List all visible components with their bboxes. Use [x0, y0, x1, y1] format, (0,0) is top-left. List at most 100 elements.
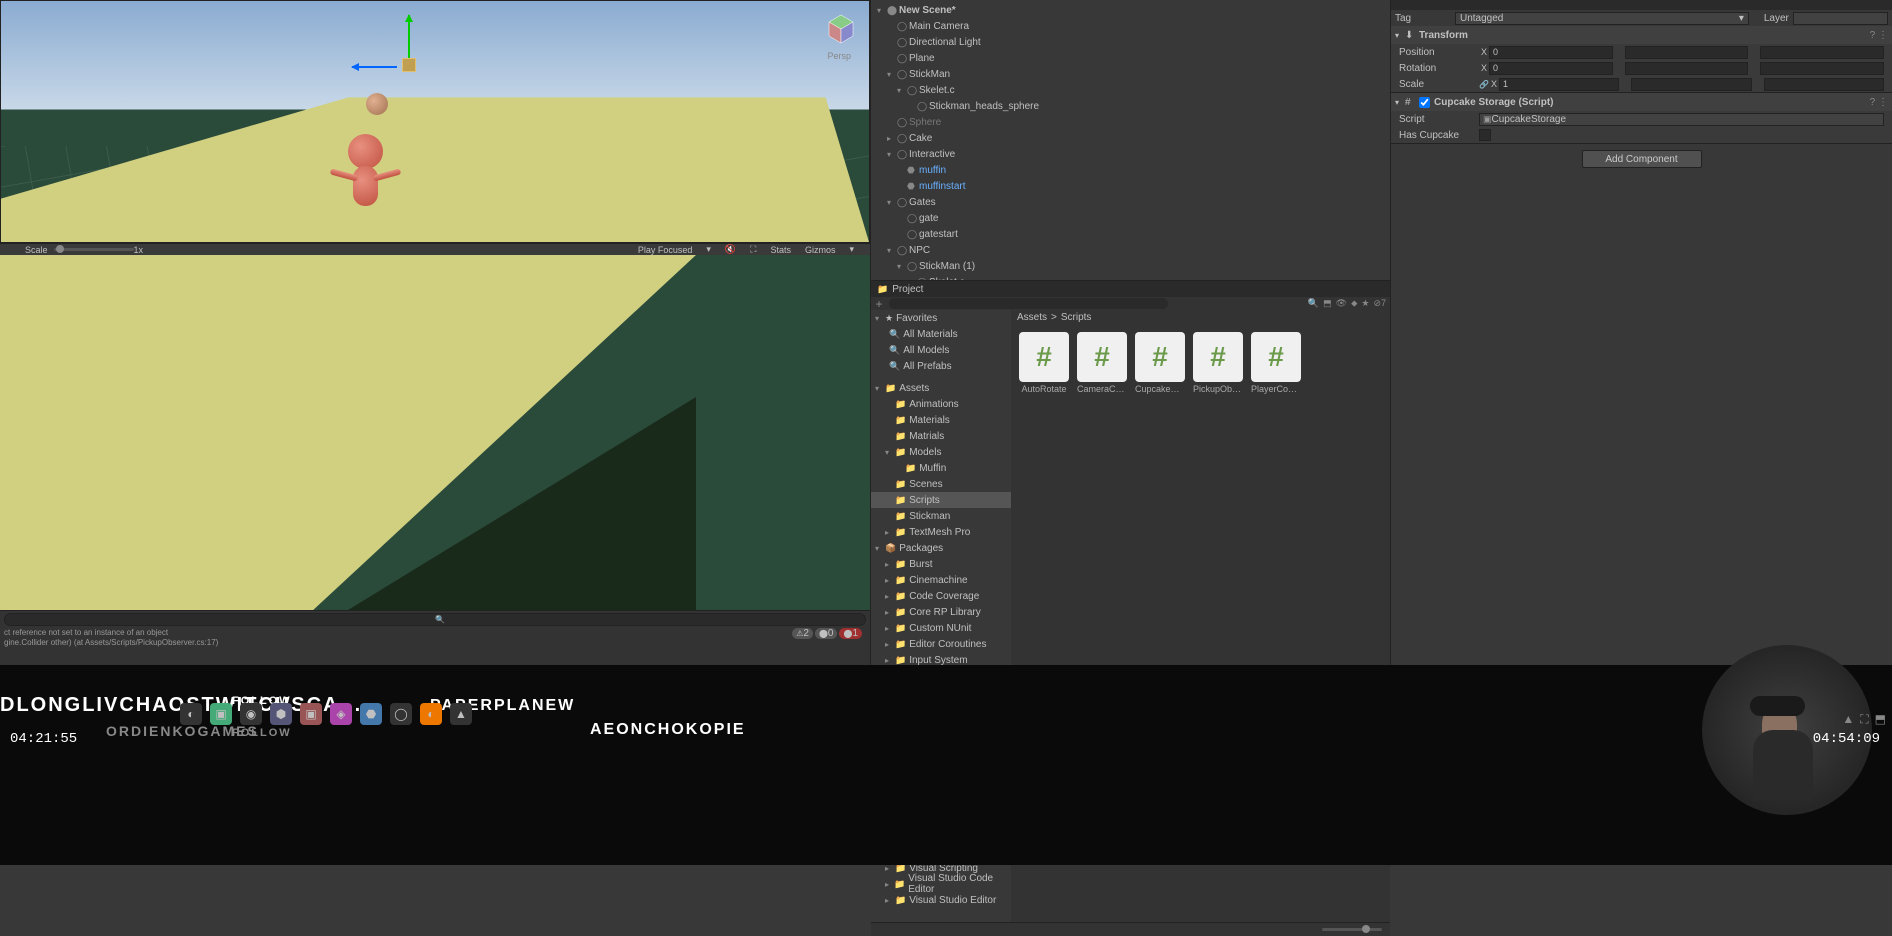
asset-folder[interactable]: 📁Scenes	[871, 476, 1011, 492]
package-folder[interactable]: ▸📁TextMeshPro	[871, 780, 1011, 796]
asset-folder[interactable]: ▾📁Models	[871, 444, 1011, 460]
mute-icon[interactable]: 🔇	[725, 244, 736, 255]
tray-icon[interactable]: ⛶	[1860, 712, 1868, 727]
script-file[interactable]: #CameraCo...	[1077, 332, 1127, 394]
asset-folder[interactable]: 📁Scripts	[871, 492, 1011, 508]
zoom-slider[interactable]	[1322, 928, 1382, 931]
favorites[interactable]: ▾★Favorites	[871, 310, 1011, 326]
app-icon[interactable]: ⬣	[360, 703, 382, 725]
maximize-icon[interactable]: ⛶	[750, 244, 756, 255]
app-icon[interactable]: ◐	[420, 703, 442, 725]
scene-root[interactable]: ▾⬤ New Scene*	[871, 2, 1390, 18]
hierarchy-item[interactable]: ▾◯Skelet.c	[871, 82, 1390, 98]
package-folder[interactable]: ▸📁Timeline	[871, 796, 1011, 812]
package-folder[interactable]: ▸📁Unity UI	[871, 812, 1011, 828]
scale-slider[interactable]	[54, 248, 134, 251]
package-folder[interactable]: ▸📁Profile Analyzer	[871, 700, 1011, 716]
view-gizmo[interactable]	[823, 11, 859, 47]
packages-folder[interactable]: ▾📦Packages	[871, 540, 1011, 556]
rot-y[interactable]	[1625, 62, 1749, 75]
package-folder[interactable]: ▸📁Code Coverage	[871, 588, 1011, 604]
asset-folder[interactable]: 📁Animations	[871, 396, 1011, 412]
hierarchy-item[interactable]: ▸◯Cake	[871, 130, 1390, 146]
script-file[interactable]: #AutoRotate	[1019, 332, 1069, 394]
asset-folder[interactable]: 📁Materials	[871, 412, 1011, 428]
package-folder[interactable]: ▸📁Visual Scripting	[871, 860, 1011, 876]
hierarchy-item[interactable]: ◯Sphere	[871, 114, 1390, 130]
package-folder[interactable]: ▸📁Cinemachine	[871, 572, 1011, 588]
fav-item[interactable]: 🔍All Materials	[871, 326, 1011, 342]
game-view[interactable]	[0, 255, 870, 610]
asset-folder[interactable]: 📁Stickman	[871, 508, 1011, 524]
eye-icon[interactable]: 👁	[1336, 298, 1347, 309]
package-folder[interactable]: ▸📁Editor Coroutines	[871, 636, 1011, 652]
package-folder[interactable]: ▸📁Test Framework	[871, 764, 1011, 780]
hierarchy-item[interactable]: ▾◯Interactive	[871, 146, 1390, 162]
package-folder[interactable]: ▸📁Visual Studio Code Editor	[871, 876, 1011, 892]
package-folder[interactable]: ▸📁Custom NUnit	[871, 620, 1011, 636]
asset-folder[interactable]: ▸📁TextMesh Pro	[871, 524, 1011, 540]
fav-item[interactable]: 🔍All Models	[871, 342, 1011, 358]
console-line[interactable]: gine.Collider other) (at Assets/Scripts/…	[4, 638, 866, 648]
app-icon[interactable]: ◐	[180, 703, 202, 725]
info-badge[interactable]: ⬤0	[815, 628, 838, 639]
console-line[interactable]: ct reference not set to an instance of a…	[4, 628, 866, 638]
fav-item[interactable]: 🔍All Prefabs	[871, 358, 1011, 374]
play-focused-dropdown[interactable]: Play Focused	[638, 245, 693, 255]
hascupcake-checkbox[interactable]	[1479, 129, 1491, 141]
link-icon[interactable]: 🔗	[1479, 80, 1489, 89]
package-folder[interactable]: ▸📁Settings Manager	[871, 732, 1011, 748]
hierarchy-item[interactable]: ◯gate	[871, 210, 1390, 226]
project-search[interactable]	[889, 298, 1168, 309]
add-component-button[interactable]: Add Component	[1582, 150, 1702, 168]
script-header[interactable]: ▾# Cupcake Storage (Script) ? ⋮	[1391, 93, 1892, 111]
stats-button[interactable]: Stats	[770, 245, 791, 255]
pos-x[interactable]: 0	[1489, 46, 1613, 59]
warning-badge[interactable]: ⚠2	[792, 628, 813, 639]
script-file[interactable]: #CupcakeSt...	[1135, 332, 1185, 394]
hierarchy-item[interactable]: ▾◯Gates	[871, 194, 1390, 210]
package-folder[interactable]: ▸📁Searcher	[871, 716, 1011, 732]
scl-x[interactable]: 1	[1499, 78, 1619, 91]
star-icon[interactable]: ★	[1361, 298, 1369, 309]
scl-z[interactable]	[1764, 78, 1884, 91]
hierarchy-item[interactable]: ◯Plane	[871, 50, 1390, 66]
gizmos-button[interactable]: Gizmos	[805, 245, 836, 255]
rot-x[interactable]: 0	[1489, 62, 1613, 75]
search-icon[interactable]: 🔍	[1308, 298, 1319, 309]
assets-folder[interactable]: ▾📁Assets	[871, 380, 1011, 396]
package-folder[interactable]: ▸📁JetBrains Rider Editor	[871, 668, 1011, 684]
asset-folder[interactable]: 📁Matrials	[871, 428, 1011, 444]
pos-y[interactable]	[1625, 46, 1749, 59]
hierarchy-item[interactable]: ◯gatestart	[871, 226, 1390, 242]
hidden-icon[interactable]: ⊘7	[1373, 298, 1386, 309]
scene-view[interactable]: Persp	[0, 0, 870, 243]
hierarchy-item[interactable]: ◯Directional Light	[871, 34, 1390, 50]
package-folder[interactable]: ▸📁Visual Studio Editor	[871, 892, 1011, 908]
hierarchy-item[interactable]: ▾◯NPC	[871, 242, 1390, 258]
app-icon[interactable]: ⬢	[270, 703, 292, 725]
app-icon[interactable]: ◉	[240, 703, 262, 725]
rot-z[interactable]	[1760, 62, 1884, 75]
tag-dropdown[interactable]: Untagged▾	[1455, 12, 1749, 25]
type-icon[interactable]: ⬥	[1351, 298, 1357, 309]
hierarchy-item[interactable]: ◯Stickman_heads_sphere	[871, 98, 1390, 114]
hierarchy-item[interactable]: ▾◯StickMan (1)	[871, 258, 1390, 274]
package-folder[interactable]: ▸📁Burst	[871, 556, 1011, 572]
transform-header[interactable]: ▾⬇ Transform ? ⋮	[1391, 26, 1892, 44]
hierarchy-item[interactable]: ▾◯StickMan	[871, 66, 1390, 82]
scl-y[interactable]	[1631, 78, 1751, 91]
create-button[interactable]: +	[871, 297, 887, 311]
package-folder[interactable]: ▸📁Universal RP	[871, 828, 1011, 844]
tray-icon[interactable]: ▲	[1842, 712, 1854, 727]
breadcrumb[interactable]: Assets>Scripts	[1011, 310, 1390, 324]
package-folder[interactable]: ▸📁Core RP Library	[871, 604, 1011, 620]
asset-folder[interactable]: 📁Muffin	[871, 460, 1011, 476]
hierarchy-item[interactable]: ⬣muffinstart	[871, 178, 1390, 194]
script-file[interactable]: #PlayerCont...	[1251, 332, 1301, 394]
app-icon[interactable]: ▲	[450, 703, 472, 725]
app-icon[interactable]: ◯	[390, 703, 412, 725]
app-icon[interactable]: ▣	[210, 703, 232, 725]
project-tab[interactable]: Project	[871, 281, 1390, 297]
script-file[interactable]: #PickupObs...	[1193, 332, 1243, 394]
